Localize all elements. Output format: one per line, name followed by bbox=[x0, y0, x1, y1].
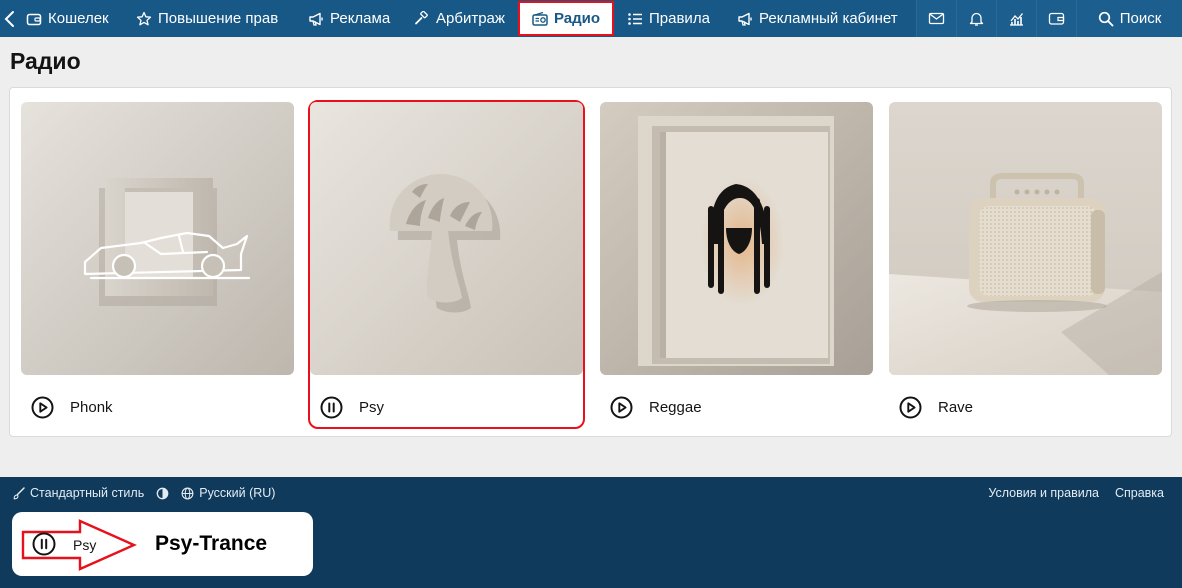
nav-item-radio[interactable]: Радио bbox=[518, 1, 615, 36]
search-label: Поиск bbox=[1119, 10, 1162, 27]
station-footer: Reggae bbox=[610, 394, 702, 420]
nav-item-ads[interactable]: Реклама bbox=[308, 0, 390, 37]
megaphone-icon bbox=[737, 11, 753, 27]
nav-item-label: Рекламный кабинет bbox=[759, 10, 898, 27]
station-card-rave[interactable]: Rave bbox=[889, 102, 1162, 427]
pause-icon[interactable] bbox=[320, 396, 343, 419]
contrast-icon bbox=[156, 487, 169, 500]
station-label: Rave bbox=[938, 398, 974, 416]
mini-player: Psy Psy-Trance bbox=[12, 512, 313, 576]
top-navigation: Кошелек Повышение прав Реклама Арбитраж … bbox=[0, 0, 1182, 37]
language-chooser[interactable]: Русский (RU) bbox=[181, 486, 275, 500]
pause-icon[interactable] bbox=[32, 532, 56, 556]
station-footer: Phonk bbox=[31, 394, 113, 420]
list-icon bbox=[627, 11, 643, 27]
footer-left: Стандартный стиль Русский (RU) bbox=[12, 486, 275, 500]
sports-car-illustration[interactable] bbox=[21, 102, 294, 375]
nav-item-arbitration[interactable]: Арбитраж bbox=[414, 0, 505, 37]
nav-item-rules[interactable]: Правила bbox=[627, 0, 710, 37]
nav-item-label: Правила bbox=[649, 10, 710, 27]
style-label: Стандартный стиль bbox=[30, 486, 145, 500]
play-icon[interactable] bbox=[899, 396, 922, 419]
play-icon[interactable] bbox=[610, 396, 633, 419]
nav-item-promotion[interactable]: Повышение прав bbox=[136, 0, 278, 37]
nav-item-label: Кошелек bbox=[48, 10, 109, 27]
bell-icon[interactable] bbox=[956, 0, 996, 37]
player-station-label: Psy bbox=[73, 537, 97, 553]
style-chooser[interactable]: Стандартный стиль bbox=[12, 486, 144, 500]
boombox-speaker-illustration[interactable] bbox=[889, 102, 1162, 375]
play-icon[interactable] bbox=[31, 396, 54, 419]
station-footer: Psy bbox=[320, 394, 384, 420]
globe-icon bbox=[181, 487, 194, 500]
language-label: Русский (RU) bbox=[199, 486, 276, 500]
player-track-title: Psy-Trance bbox=[155, 532, 268, 555]
nav-item-wallet[interactable]: Кошелек bbox=[26, 0, 109, 37]
theme-toggle[interactable] bbox=[156, 487, 169, 500]
nav-right-tools: Поиск bbox=[916, 0, 1182, 37]
station-label: Psy bbox=[359, 398, 385, 416]
station-label: Phonk bbox=[70, 398, 113, 416]
search-icon bbox=[1098, 11, 1114, 27]
nav-item-ad-cabinet[interactable]: Рекламный кабинет bbox=[737, 0, 898, 37]
station-footer: Rave bbox=[899, 394, 973, 420]
star-icon bbox=[136, 11, 152, 27]
radio-icon bbox=[532, 11, 548, 27]
help-link[interactable]: Справка bbox=[1115, 486, 1164, 500]
chart-icon[interactable] bbox=[996, 0, 1036, 37]
gavel-icon bbox=[414, 10, 430, 27]
terms-link[interactable]: Условия и правила bbox=[988, 486, 1099, 500]
nav-item-label: Реклама bbox=[330, 10, 391, 27]
nav-item-label: Повышение прав bbox=[158, 10, 279, 27]
nav-item-label: Арбитраж bbox=[436, 10, 505, 27]
chevron-left-icon[interactable] bbox=[2, 9, 18, 29]
wallet-icon[interactable] bbox=[1036, 0, 1076, 37]
nav-item-label: Радио bbox=[554, 10, 601, 27]
dreadlocks-illustration[interactable] bbox=[600, 102, 873, 375]
footer-links: Условия и правила Справка bbox=[988, 486, 1164, 500]
wallet-icon bbox=[26, 11, 42, 27]
megaphone-icon bbox=[308, 11, 324, 27]
page-title: Радио bbox=[10, 48, 81, 74]
paintbrush-icon bbox=[12, 486, 25, 500]
envelope-icon[interactable] bbox=[916, 0, 956, 37]
station-card-reggae[interactable]: Reggae bbox=[600, 102, 873, 427]
mushroom-illustration[interactable] bbox=[310, 102, 583, 375]
search-button[interactable]: Поиск bbox=[1076, 0, 1182, 37]
station-label: Reggae bbox=[649, 398, 702, 416]
station-card-phonk[interactable]: Phonk bbox=[21, 102, 294, 427]
station-card-psy[interactable]: Psy bbox=[308, 100, 585, 429]
